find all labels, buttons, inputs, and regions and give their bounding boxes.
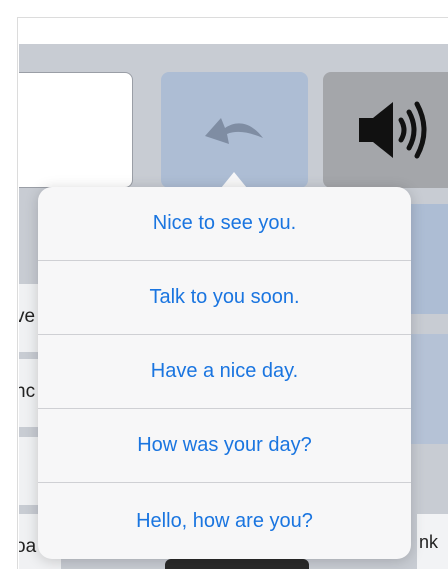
- menu-item-how-was-your-day[interactable]: How was your day?: [38, 409, 411, 483]
- undo-arrow-icon: [205, 118, 263, 144]
- message-text-box[interactable]: [19, 72, 133, 188]
- side-list-item-label: oa: [19, 536, 37, 557]
- menu-item-hello-how-are-you[interactable]: Hello, how are you?: [38, 483, 411, 559]
- menu-item-nice-to-see-you[interactable]: Nice to see you.: [38, 187, 411, 261]
- side-list-item-label: nc: [19, 381, 36, 402]
- phrase-popover-menu: Nice to see you. Talk to you soon. Have …: [38, 187, 411, 559]
- speaker-icon: [359, 101, 427, 159]
- speak-button[interactable]: [323, 72, 448, 188]
- bottom-bar-button[interactable]: [165, 559, 309, 569]
- undo-button[interactable]: [161, 72, 308, 188]
- right-list-item-label: nk: [419, 532, 439, 552]
- popover-arrow: [221, 172, 247, 188]
- right-list-item[interactable]: nk: [417, 514, 448, 569]
- menu-item-talk-to-you-soon[interactable]: Talk to you soon.: [38, 261, 411, 335]
- side-list-item-label: ve: [19, 306, 36, 327]
- menu-item-have-a-nice-day[interactable]: Have a nice day.: [38, 335, 411, 409]
